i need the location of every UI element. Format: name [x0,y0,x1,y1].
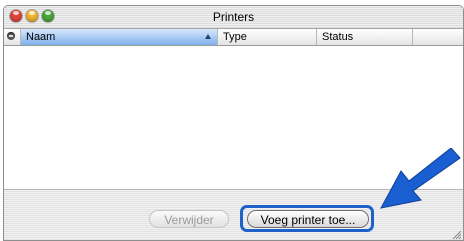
sort-ascending-icon [205,34,211,39]
column-label-naam: Naam [26,31,56,43]
window-title: Printers [212,10,255,24]
column-label-type: Type [223,31,247,43]
column-label-status: Status [322,31,354,43]
list-header: Naam Type Status [4,29,463,46]
status-column-header[interactable] [4,29,21,45]
column-header-naam[interactable]: Naam [21,29,218,45]
add-printer-button[interactable]: Voeg printer toe... [247,210,369,228]
status-icon [7,32,15,40]
column-header-type[interactable]: Type [218,29,317,45]
delete-button[interactable]: Verwijder [149,210,229,228]
column-header-status[interactable]: Status [317,29,413,45]
pointer-arrow-icon [380,148,461,209]
title-bar[interactable]: Printers [4,6,463,29]
resize-grip-icon[interactable] [451,229,461,239]
